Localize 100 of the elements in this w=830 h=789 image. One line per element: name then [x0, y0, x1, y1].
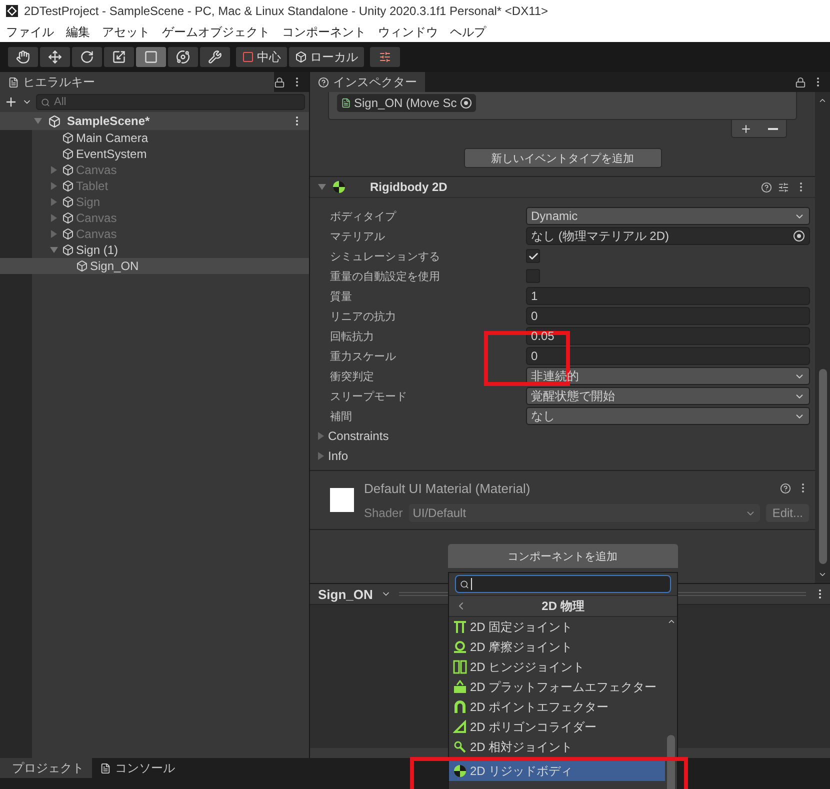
pivot-button[interactable]: 中心 [236, 47, 287, 67]
scrollbar[interactable] [665, 617, 677, 789]
object-field[interactable]: なし (物理マテリアル 2D) [526, 227, 810, 245]
rect-icon [144, 50, 158, 64]
dropdown[interactable]: なし [526, 407, 810, 425]
scene-row[interactable]: SampleScene* [0, 112, 309, 130]
menu-item[interactable]: コンポーネント [282, 24, 366, 40]
number-field[interactable]: 1 [526, 287, 810, 305]
number-field[interactable]: 0 [526, 347, 810, 365]
snap-button[interactable] [370, 47, 400, 67]
foldout[interactable]: Info [310, 446, 815, 466]
menu-item[interactable]: ゲームオブジェクト [162, 24, 270, 40]
scroll-up-icon[interactable] [666, 617, 676, 626]
script-icon [341, 98, 351, 108]
hierarchy-item[interactable]: Sign_ON [0, 258, 309, 274]
property-label: 衝突判定 [330, 370, 375, 384]
tool-button[interactable] [8, 47, 38, 67]
magnet-icon [453, 700, 467, 714]
shader-dropdown[interactable]: UI/Default [408, 504, 760, 522]
tool-button[interactable] [72, 47, 102, 67]
preview-title[interactable]: Sign_ON [318, 586, 373, 602]
joint-icon [453, 740, 467, 754]
hierarchy-item[interactable]: Main Camera [0, 130, 309, 146]
add-event-button[interactable]: 新しいイベントタイプを追加 [464, 148, 662, 168]
platform-icon [453, 680, 467, 694]
target-icon[interactable] [460, 97, 472, 109]
material-title: Default UI Material (Material) [364, 480, 530, 496]
wrench-icon [208, 50, 222, 64]
cube-icon [62, 148, 74, 160]
cube-icon [295, 51, 307, 63]
menu-item[interactable]: 2D プラットフォームエフェクター [449, 677, 665, 697]
tool-button[interactable] [136, 47, 166, 67]
lock-icon[interactable] [795, 76, 806, 88]
menu-item[interactable]: 2D ポイントエフェクター [449, 697, 665, 717]
check-icon [528, 250, 538, 262]
dropdown[interactable]: 覚醒状態で開始 [526, 387, 810, 405]
add-component-button[interactable]: コンポーネントを追加 [448, 544, 678, 568]
add-icon[interactable] [740, 122, 752, 134]
number-field[interactable]: 0 [526, 307, 810, 325]
tool-button[interactable] [168, 47, 198, 67]
menu-item[interactable]: 2D ポリゴンコライダー [449, 717, 665, 737]
property-label: 重力スケール [330, 350, 397, 364]
target-icon[interactable] [793, 230, 805, 242]
cube-icon [62, 212, 74, 224]
scroll-up-icon[interactable] [818, 96, 827, 105]
menu-item[interactable]: 2D 摩擦ジョイント [449, 637, 665, 657]
scrollbar-thumb[interactable] [818, 369, 826, 564]
info-icon [318, 76, 329, 88]
lock-icon[interactable] [274, 76, 285, 88]
hierarchy-tab[interactable]: ヒエラルキー [0, 72, 274, 92]
search-icon [41, 98, 50, 106]
scrollbar[interactable] [815, 92, 830, 583]
rigidbody-icon [453, 764, 467, 778]
scrollbar-thumb[interactable] [667, 735, 675, 789]
tool-button[interactable] [104, 47, 134, 67]
menu-item[interactable]: 2D 固定ジョイント [449, 617, 665, 637]
property-label: 重量の自動設定を使用 [330, 270, 441, 284]
inspector-tab[interactable]: インスペクター [310, 72, 425, 92]
property-label: スリープモード [330, 390, 408, 404]
panel-tab[interactable]: プロジェクト [0, 758, 92, 778]
orbit-icon [176, 50, 190, 64]
pivot-icon [242, 51, 254, 63]
menu-item[interactable]: ファイル [6, 24, 54, 40]
search-field[interactable] [455, 575, 671, 593]
tool-button[interactable] [40, 47, 70, 67]
menu-item[interactable]: 2D リジッドボディ [449, 761, 665, 781]
expand-arrow-icon[interactable] [318, 184, 326, 190]
console-icon [100, 762, 111, 774]
menu-item[interactable]: 2D 相対ジョイント [449, 737, 665, 757]
scroll-down-icon[interactable] [818, 570, 827, 579]
help-icon[interactable] [780, 482, 791, 494]
menu-item[interactable]: 編集 [66, 24, 90, 40]
tool-button[interactable] [200, 47, 230, 67]
app-icon [6, 5, 18, 17]
menu-item[interactable]: 2D ヒンジジョイント [449, 657, 665, 677]
search-icon [460, 580, 469, 588]
menu-title: 2D 物理 [542, 598, 584, 614]
snap-icon [379, 51, 391, 63]
checkbox[interactable] [526, 249, 540, 263]
move-icon [48, 50, 62, 64]
cube-icon [62, 164, 74, 176]
triangle-icon [453, 720, 467, 734]
friction-icon [453, 640, 467, 654]
material-swatch [330, 488, 354, 512]
cube-icon [76, 260, 88, 272]
dropdown[interactable]: Dynamic [526, 207, 810, 225]
joint-icon [453, 620, 467, 634]
hand-icon [16, 50, 30, 64]
presets-icon[interactable] [778, 182, 789, 192]
object-field[interactable]: Sign_ON (Move Sc [337, 94, 476, 112]
hierarchy-item[interactable]: EventSystem [0, 146, 309, 162]
menu-item[interactable]: アセット [102, 24, 150, 40]
space-button[interactable]: ローカル [289, 47, 364, 67]
menu-item[interactable]: ウィンドウ [378, 24, 438, 40]
help-icon[interactable] [761, 182, 772, 192]
cube-icon [62, 228, 74, 240]
foldout[interactable]: Constraints [310, 426, 815, 446]
add-icon[interactable] [4, 95, 18, 109]
shader-label: Shader [364, 506, 403, 520]
menu-item[interactable]: ヘルプ [450, 24, 486, 40]
